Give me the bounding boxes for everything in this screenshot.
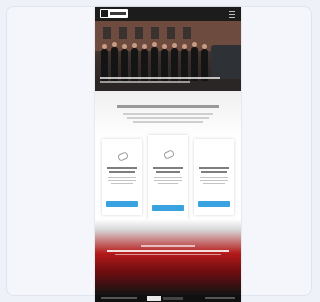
feature-text xyxy=(154,180,182,181)
feature-text xyxy=(154,177,182,178)
feature-button[interactable] xyxy=(198,201,230,207)
footer-text xyxy=(101,297,137,299)
footer-text xyxy=(205,297,235,299)
feature-text xyxy=(111,183,133,184)
feature-text xyxy=(108,177,136,178)
hero-van xyxy=(211,45,241,79)
footer-text xyxy=(163,297,183,300)
feature-button[interactable] xyxy=(106,201,138,207)
intro-text-line xyxy=(127,117,209,119)
feature-title xyxy=(156,171,180,173)
site-logo[interactable] xyxy=(100,9,128,18)
feature-title xyxy=(199,167,229,169)
hero-caption-line xyxy=(100,81,190,83)
hero-window xyxy=(119,27,127,39)
intro-text-line xyxy=(123,113,213,115)
red-gradient-band xyxy=(95,219,241,295)
site-header xyxy=(95,7,241,21)
feature-title xyxy=(107,167,137,169)
website-preview[interactable] xyxy=(95,7,241,302)
intro-text-line xyxy=(133,121,203,123)
feature-text xyxy=(203,183,225,184)
hamburger-menu-icon[interactable] xyxy=(229,11,235,18)
feature-card[interactable] xyxy=(102,139,142,215)
hero-window xyxy=(167,27,175,39)
feature-text xyxy=(200,177,228,178)
logo-wordmark xyxy=(110,12,126,15)
feature-button[interactable] xyxy=(152,205,184,211)
pill-icon xyxy=(162,149,176,160)
feature-title xyxy=(201,171,227,173)
intro-section xyxy=(95,91,241,139)
feature-card[interactable] xyxy=(148,135,188,219)
band-text-line xyxy=(115,254,221,255)
site-footer xyxy=(95,295,241,302)
feature-text xyxy=(158,183,178,184)
hero-window xyxy=(151,27,159,39)
logo-mark xyxy=(101,10,108,17)
feature-text xyxy=(200,180,228,181)
footer-badge[interactable] xyxy=(147,296,161,301)
feature-title xyxy=(109,171,135,173)
features-section xyxy=(95,135,241,219)
hero-window xyxy=(135,27,143,39)
hero-window xyxy=(183,27,191,39)
hero-person xyxy=(151,42,158,81)
hero-person xyxy=(111,42,118,81)
feature-title xyxy=(153,167,183,169)
feature-card[interactable] xyxy=(194,139,234,215)
hero-team-photo xyxy=(95,21,241,91)
hero-person xyxy=(191,42,198,81)
pill-icon xyxy=(116,151,130,162)
band-title xyxy=(141,245,195,247)
band-text-line xyxy=(107,250,229,252)
feature-text xyxy=(108,180,136,181)
hero-caption xyxy=(100,77,220,79)
hero-window xyxy=(103,27,111,39)
intro-title xyxy=(117,105,219,108)
